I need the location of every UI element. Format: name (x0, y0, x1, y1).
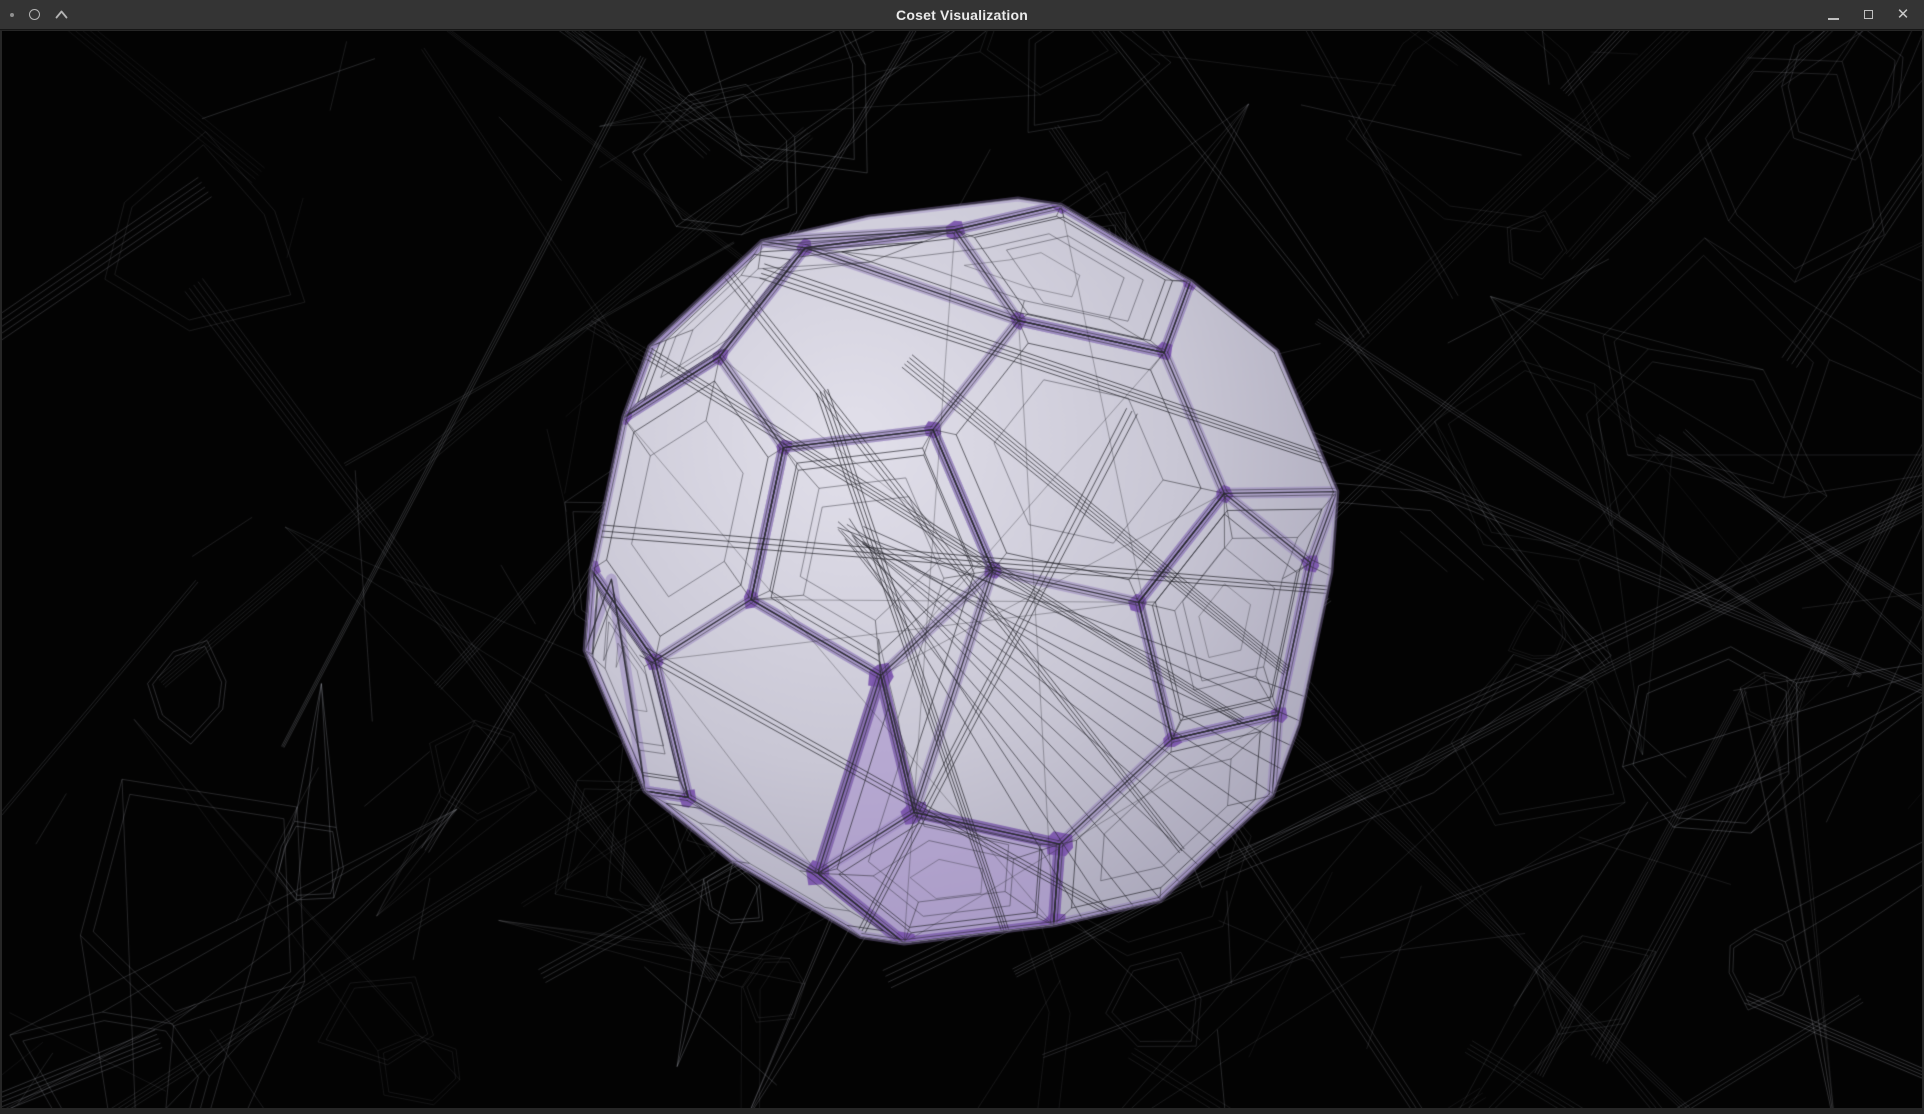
window-title: Coset Visualization (0, 0, 1924, 30)
maximize-button[interactable] (1861, 4, 1875, 26)
circle-icon[interactable] (29, 9, 40, 20)
viewport-frame (2, 31, 1922, 1108)
minimize-icon (1828, 18, 1839, 20)
maximize-icon (1864, 10, 1873, 19)
close-icon: ✕ (1897, 4, 1910, 26)
minimize-button[interactable] (1826, 4, 1840, 26)
app-window: Coset Visualization ✕ (0, 0, 1924, 1114)
close-button[interactable]: ✕ (1896, 4, 1910, 26)
dot-icon (10, 13, 14, 17)
titlebar[interactable]: Coset Visualization ✕ (0, 0, 1924, 30)
coset-viewport[interactable] (2, 31, 1922, 1108)
chevron-up-icon[interactable] (55, 10, 68, 19)
